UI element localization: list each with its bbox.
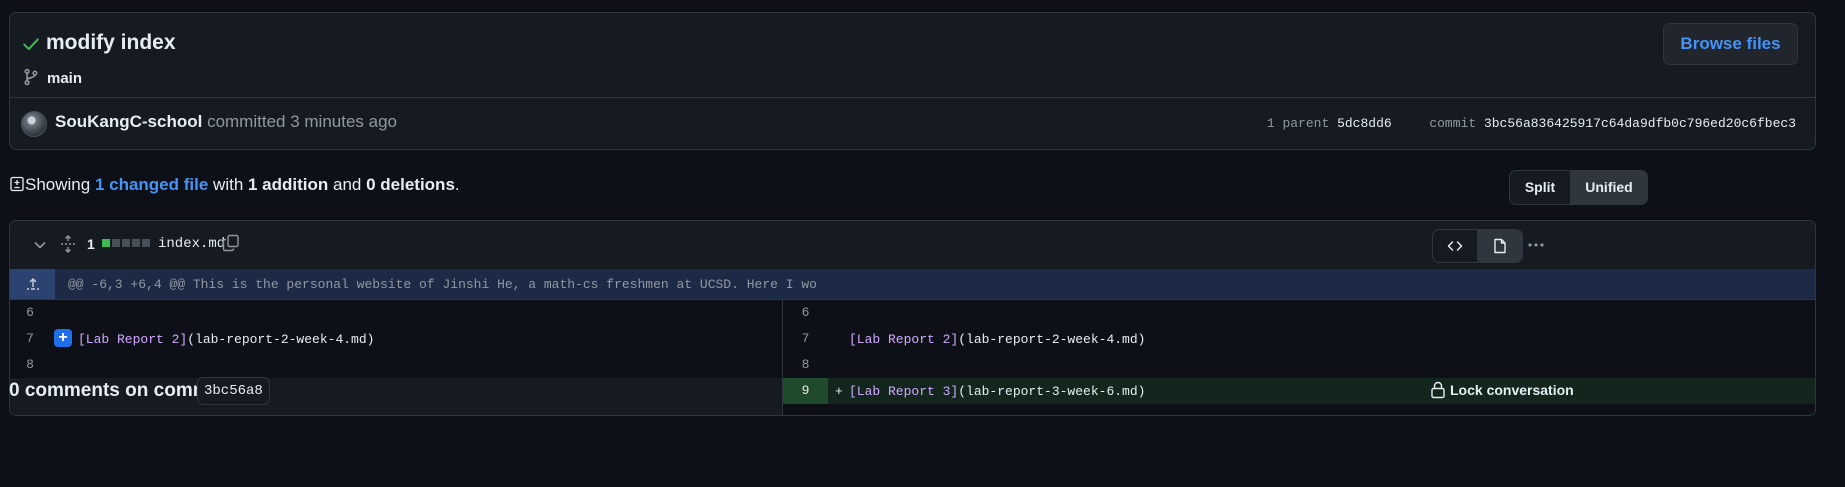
split-view-button[interactable]: Split — [1510, 171, 1571, 204]
line-number[interactable]: 6 — [10, 305, 50, 320]
commit-time: committed 3 minutes ago — [202, 112, 397, 131]
changed-files-link[interactable]: 1 changed file — [95, 175, 208, 194]
code-link-text: [Lab Report 2] — [78, 332, 188, 347]
diff-view-toggle: Split Unified — [1509, 170, 1648, 205]
diffstat-neutral-block — [122, 239, 130, 247]
addition-marker: + — [835, 384, 843, 399]
author-link[interactable]: SouKangC-school — [55, 112, 202, 131]
browse-files-button[interactable]: Browse files — [1663, 23, 1798, 65]
line-number[interactable]: 6 — [783, 305, 828, 320]
line-number[interactable]: 7 — [783, 331, 828, 346]
code-line: [Lab Report 2](lab-report-2-week-4.md) — [78, 332, 374, 347]
line-number[interactable]: 8 — [10, 357, 50, 372]
diff-summary: Showing 1 changed file with 1 addition a… — [25, 175, 460, 195]
code-link-text: [Lab Report 2] — [849, 332, 959, 347]
summary-text: with — [208, 175, 248, 194]
file-diff-icon — [10, 176, 24, 192]
file-view-group — [1432, 229, 1523, 263]
hunk-header: @@ -6,3 +6,4 @@ This is the personal web… — [10, 269, 1815, 300]
add-comment-button[interactable]: + — [54, 329, 72, 347]
author-line: SouKangC-school committed 3 minutes ago — [55, 112, 397, 132]
commit-title: modify index — [46, 31, 176, 54]
copy-icon[interactable] — [222, 234, 240, 252]
lock-icon[interactable] — [1430, 381, 1446, 399]
diffstat-neutral-block — [112, 239, 120, 247]
diff-row: 6 — [10, 300, 782, 326]
changes-count: 1 — [87, 236, 95, 252]
branch-name[interactable]: main — [47, 70, 82, 87]
hunk-header-text: @@ -6,3 +6,4 @@ This is the personal web… — [68, 277, 817, 292]
commit-label: commit — [1429, 116, 1477, 131]
avatar[interactable] — [21, 111, 47, 137]
commit-sha: 3bc56a836425917c64da9dfb0c796ed20c6fbec3 — [1483, 116, 1796, 131]
commit-meta: 1 parent 5dc8dd6 commit 3bc56a836425917c… — [1267, 116, 1796, 131]
diff-row: 7 + [Lab Report 2](lab-report-2-week-4.m… — [10, 326, 782, 352]
additions-count: 1 addition — [248, 175, 329, 194]
commit-sha-badge: 3bc56a8 — [197, 377, 270, 405]
file-header: 1 index.md — [10, 221, 1815, 270]
file-icon — [1494, 238, 1506, 254]
branch-icon — [24, 68, 38, 86]
diff-row: 6 — [783, 300, 1815, 326]
comments-heading: 0 comments on commit — [9, 380, 222, 401]
code-link-target: (lab-report-3-week-6.md) — [958, 384, 1146, 399]
deletions-count: 0 deletions — [366, 175, 455, 194]
diff-row: 7 [Lab Report 2](lab-report-2-week-4.md) — [783, 326, 1815, 352]
code-icon — [1447, 241, 1463, 251]
file-name-link[interactable]: index.md — [158, 236, 225, 252]
diffstat-bar — [102, 239, 150, 247]
line-number[interactable]: 7 — [10, 331, 50, 346]
lock-conversation-button[interactable]: Lock conversation — [1450, 382, 1574, 398]
commit-title-section: modify index main Browse files — [10, 13, 1815, 98]
rich-diff-button[interactable] — [1478, 230, 1522, 262]
parent-sha-link[interactable]: 5dc8dd6 — [1337, 116, 1392, 131]
unfold-up-icon — [26, 278, 39, 290]
kebab-horizontal-icon[interactable] — [1526, 235, 1546, 255]
unified-view-button[interactable]: Unified — [1571, 171, 1647, 204]
expand-up-button[interactable] — [10, 269, 55, 299]
source-diff-button[interactable] — [1433, 230, 1478, 262]
diff-row: 8 — [783, 352, 1815, 378]
code-line: [Lab Report 3](lab-report-3-week-6.md) — [849, 384, 1145, 399]
code-link-target: (lab-report-2-week-4.md) — [958, 332, 1146, 347]
diff-right-pane: 6 7 [Lab Report 2](lab-report-2-week-4.m… — [783, 300, 1815, 415]
code-line: [Lab Report 2](lab-report-2-week-4.md) — [849, 332, 1145, 347]
check-icon — [23, 38, 39, 51]
diffstat-neutral-block — [132, 239, 140, 247]
diffstat-neutral-block — [142, 239, 150, 247]
line-number[interactable]: 8 — [783, 357, 828, 372]
parent-label: 1 parent — [1266, 116, 1330, 131]
code-link-target: (lab-report-2-week-4.md) — [187, 332, 375, 347]
chevron-down-icon[interactable] — [32, 237, 48, 253]
summary-text: . — [454, 175, 460, 194]
added-diff-row: 9 + [Lab Report 3](lab-report-3-week-6.m… — [783, 378, 1815, 404]
diffstat-addition-block — [102, 239, 110, 247]
expand-all-icon[interactable] — [60, 235, 76, 253]
commit-header: modify index main Browse files SouKangC-… — [9, 12, 1816, 150]
line-number[interactable]: 9 — [783, 378, 828, 404]
code-link-text: [Lab Report 3] — [849, 384, 959, 399]
summary-text: and — [328, 175, 367, 194]
diff-row: 8 — [10, 352, 782, 378]
summary-text: Showing — [25, 175, 95, 194]
